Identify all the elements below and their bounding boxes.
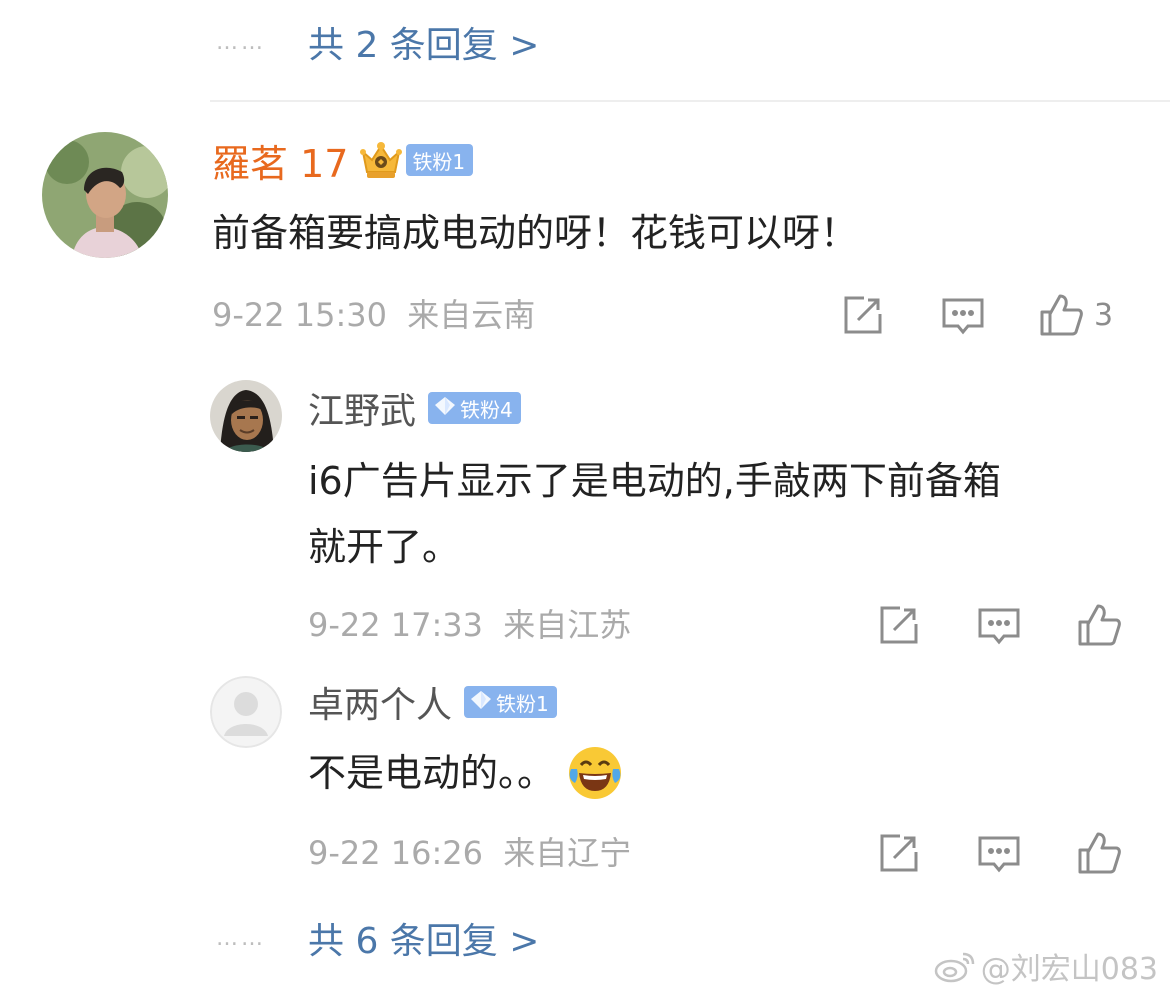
fan-badge-label: 铁粉1 (496, 691, 549, 716)
comment-location: 来自江苏 (503, 606, 632, 644)
comment-time: 9-22 15:30 (212, 296, 388, 334)
watermark-text: @刘宏山083 (980, 952, 1158, 987)
reply-1-header: 江野武 铁粉4 (308, 380, 521, 436)
thumbs-up-icon[interactable] (1076, 602, 1122, 648)
comment-location: 来自云南 (407, 296, 536, 334)
comment-location: 来自辽宁 (503, 834, 632, 872)
ellipsis-dots: …… (216, 29, 266, 55)
avatar-luoming[interactable] (42, 132, 168, 258)
weibo-logo-icon (933, 948, 977, 984)
avatar-default[interactable] (210, 676, 282, 748)
crown-icon (358, 138, 404, 182)
fan-badge: 铁粉1 (406, 144, 474, 176)
view-replies-link[interactable]: 共 6 条回复 > (308, 912, 539, 964)
reply-1-text: i6广告片显示了是电动的,手敲两下前备箱 就开了。 (308, 448, 1001, 580)
comment-time: 9-22 16:26 (308, 834, 484, 872)
comment-icon[interactable] (940, 292, 986, 338)
reply-1-text-line1: i6广告片显示了是电动的,手敲两下前备箱 (308, 459, 1001, 503)
bottom-more-replies-row: …… 共 6 条回复 > (216, 910, 539, 966)
avatar-jiangyewu[interactable] (210, 380, 282, 452)
reply-1-text-line2: 就开了。 (308, 525, 461, 569)
watermark: @刘宏山083 (933, 944, 1158, 988)
fan-badge-label: 铁粉4 (460, 397, 513, 422)
comment-icon[interactable] (976, 602, 1022, 648)
top-more-replies-row: …… 共 2 条回复 > (216, 14, 539, 70)
main-comment-actions: 3 (840, 290, 1113, 340)
thumbs-up-icon[interactable] (1038, 292, 1084, 338)
fan-badge-label: 铁粉1 (412, 149, 466, 174)
comment-time: 9-22 17:33 (308, 606, 484, 644)
username[interactable]: 羅茗 17 (212, 133, 348, 188)
reply-1-meta: 9-22 17:33 来自江苏 (308, 600, 631, 650)
diamond-icon (434, 396, 456, 421)
main-comment-text: 前备箱要搞成电动的呀！花钱可以呀！ (212, 211, 859, 255)
username[interactable]: 江野武 (308, 382, 416, 434)
share-icon[interactable] (876, 602, 922, 648)
reply-2-actions (876, 828, 1122, 878)
thumbs-up-icon[interactable] (1076, 830, 1122, 876)
reply-2-text: 不是电动的。。 (308, 751, 556, 795)
like-count: 3 (1094, 297, 1114, 333)
diamond-icon (470, 690, 492, 715)
reply-2-text-row: 不是电动的。。 (308, 740, 625, 806)
divider (210, 100, 1170, 102)
fan-badge: 铁粉4 (428, 392, 521, 424)
reply-1-actions (876, 600, 1122, 650)
share-icon[interactable] (840, 292, 886, 338)
main-comment-header: 羅茗 17 铁粉1 (212, 132, 474, 188)
ellipsis-dots: …… (216, 925, 266, 951)
username[interactable]: 卓两个人 (308, 676, 452, 728)
fan-badge: 铁粉1 (464, 686, 557, 718)
laughing-tears-emoji-icon (565, 743, 625, 803)
main-comment-meta: 9-22 15:30 来自云南 (212, 290, 535, 340)
view-replies-link[interactable]: 共 2 条回复 > (308, 16, 539, 68)
reply-2-meta: 9-22 16:26 来自辽宁 (308, 828, 631, 878)
share-icon[interactable] (876, 830, 922, 876)
reply-2-header: 卓两个人 铁粉1 (308, 674, 557, 730)
comment-icon[interactable] (976, 830, 1022, 876)
